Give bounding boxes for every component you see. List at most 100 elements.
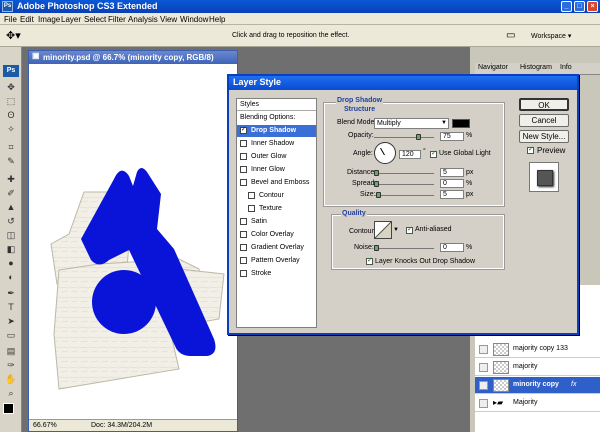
opacity-slider[interactable] — [374, 137, 434, 138]
blur-tool-icon[interactable]: ● — [5, 257, 17, 269]
pen-tool-icon[interactable]: ✒ — [5, 287, 17, 299]
distance-input[interactable]: 5 — [440, 168, 464, 177]
close-icon[interactable]: × — [587, 1, 598, 12]
size-slider-knob[interactable] — [376, 192, 381, 198]
distance-slider[interactable] — [374, 173, 434, 174]
angle-input[interactable]: 120 — [399, 150, 421, 159]
angle-dial[interactable] — [374, 142, 396, 164]
opacity-input[interactable]: 75 — [440, 132, 464, 141]
ok-button[interactable]: OK — [519, 98, 569, 111]
menu-select[interactable]: Select — [84, 15, 106, 24]
tab-info[interactable]: Info — [560, 64, 572, 71]
noise-slider-knob[interactable] — [374, 245, 379, 251]
new-style-button[interactable]: New Style... — [519, 130, 569, 143]
path-selection-icon[interactable]: ➤ — [5, 315, 17, 327]
menu-filter[interactable]: Filter — [108, 15, 126, 24]
eraser-tool-icon[interactable]: ◫ — [5, 229, 17, 241]
menu-edit[interactable]: Edit — [20, 15, 34, 24]
chevron-down-icon[interactable]: ▼ — [393, 227, 399, 233]
doc-size[interactable]: Doc: 34.3M/204.2M — [91, 422, 152, 429]
hand-tool-icon[interactable]: ✋ — [5, 373, 17, 385]
style-item[interactable]: Bevel and Emboss — [237, 177, 316, 189]
move-tool-icon[interactable]: ✥ — [5, 81, 17, 93]
canvas[interactable] — [29, 64, 237, 419]
style-item-checkbox[interactable] — [248, 192, 255, 199]
style-item[interactable]: Inner Glow — [237, 164, 316, 176]
menu-analysis[interactable]: Analysis — [128, 15, 158, 24]
contour-preview[interactable] — [374, 221, 392, 239]
style-item-checkbox[interactable] — [248, 205, 255, 212]
style-item[interactable]: Outer Glow — [237, 151, 316, 163]
style-item[interactable]: Pattern Overlay — [237, 255, 316, 267]
spread-input[interactable]: 0 — [440, 179, 464, 188]
gradient-tool-icon[interactable]: ◧ — [5, 243, 17, 255]
style-item-checkbox[interactable] — [240, 270, 247, 277]
distance-slider-knob[interactable] — [374, 170, 379, 176]
style-item[interactable]: Satin — [237, 216, 316, 228]
opacity-slider-knob[interactable] — [416, 134, 421, 140]
style-item[interactable]: Inner Shadow — [237, 138, 316, 150]
layer-row[interactable]: majority — [475, 359, 600, 376]
layer-visibility-toggle[interactable] — [479, 363, 488, 372]
history-brush-icon[interactable]: ↺ — [5, 215, 17, 227]
stamp-tool-icon[interactable]: ▲ — [5, 201, 17, 213]
style-item[interactable]: Blending Options: Default — [237, 112, 316, 133]
knockout-checkbox[interactable] — [366, 256, 373, 265]
eyedropper-3d-icon[interactable]: ✑ — [5, 359, 17, 371]
menu-layer[interactable]: Layer — [61, 15, 81, 24]
minimize-icon[interactable]: _ — [561, 1, 572, 12]
spread-slider[interactable] — [374, 184, 434, 185]
foreground-color-swatch[interactable] — [3, 403, 14, 414]
menu-window[interactable]: Window — [180, 15, 208, 24]
layer-group-row[interactable]: ▸▰ Majority — [475, 395, 600, 412]
style-item-checkbox[interactable] — [240, 257, 247, 264]
style-item-checkbox[interactable] — [240, 166, 247, 173]
style-item[interactable]: ✓ Drop Shadow — [237, 125, 316, 137]
size-slider[interactable] — [374, 195, 434, 196]
style-item[interactable]: Contour — [237, 190, 316, 202]
healing-brush-icon[interactable]: ✚ — [5, 173, 17, 185]
eyedropper-icon[interactable]: ✎ — [5, 155, 17, 167]
noise-input[interactable]: 0 — [440, 243, 464, 252]
menu-view[interactable]: View — [160, 15, 177, 24]
style-item-checkbox[interactable] — [240, 218, 247, 225]
lasso-tool-icon[interactable]: ʘ — [5, 109, 17, 121]
style-item-checkbox[interactable]: ✓ — [240, 127, 247, 134]
style-item[interactable]: Stroke — [237, 268, 316, 280]
tab-histogram[interactable]: Histogram — [520, 64, 552, 71]
style-item-checkbox[interactable] — [240, 231, 247, 238]
tab-navigator[interactable]: Navigator — [478, 64, 508, 71]
size-input[interactable]: 5 — [440, 190, 464, 199]
style-item[interactable]: Texture — [237, 203, 316, 215]
marquee-tool-icon[interactable]: ⬚ — [5, 95, 17, 107]
layer-visibility-toggle[interactable] — [479, 345, 488, 354]
crop-tool-icon[interactable]: ⌗ — [5, 141, 17, 153]
menu-help[interactable]: Help — [209, 15, 225, 24]
menu-file[interactable]: File — [4, 15, 17, 24]
move-tool-icon[interactable]: ✥▾ — [6, 29, 21, 42]
blend-mode-select[interactable]: Multiply ▼ — [374, 118, 449, 129]
layer-row[interactable]: majority copy 133 — [475, 341, 600, 358]
spread-slider-knob[interactable] — [374, 181, 379, 187]
dodge-tool-icon[interactable]: ◐ — [5, 271, 17, 283]
anti-aliased-checkbox[interactable] — [406, 225, 413, 234]
brush-tool-icon[interactable]: ✐ — [5, 187, 17, 199]
maximize-icon[interactable]: □ — [574, 1, 585, 12]
style-item[interactable]: Color Overlay — [237, 229, 316, 241]
notes-tool-icon[interactable]: ▤ — [5, 345, 17, 357]
preview-checkbox[interactable] — [527, 145, 534, 154]
layer-visibility-toggle[interactable] — [479, 399, 488, 408]
cancel-button[interactable]: Cancel — [519, 114, 569, 127]
menu-image[interactable]: Image — [38, 15, 60, 24]
style-item-checkbox[interactable] — [240, 179, 247, 186]
style-item[interactable]: Gradient Overlay — [237, 242, 316, 254]
zoom-tool-icon[interactable]: ⌕ — [5, 387, 17, 399]
type-tool-icon[interactable]: T — [5, 301, 17, 313]
style-item-checkbox[interactable] — [240, 153, 247, 160]
bridge-icon[interactable]: ▭ — [506, 30, 515, 41]
noise-slider[interactable] — [374, 248, 434, 249]
magic-wand-icon[interactable]: ✧ — [5, 123, 17, 135]
workspace-menu[interactable]: Workspace ▾ — [531, 32, 571, 40]
style-item-checkbox[interactable] — [240, 140, 247, 147]
shadow-color-swatch[interactable] — [452, 119, 470, 128]
